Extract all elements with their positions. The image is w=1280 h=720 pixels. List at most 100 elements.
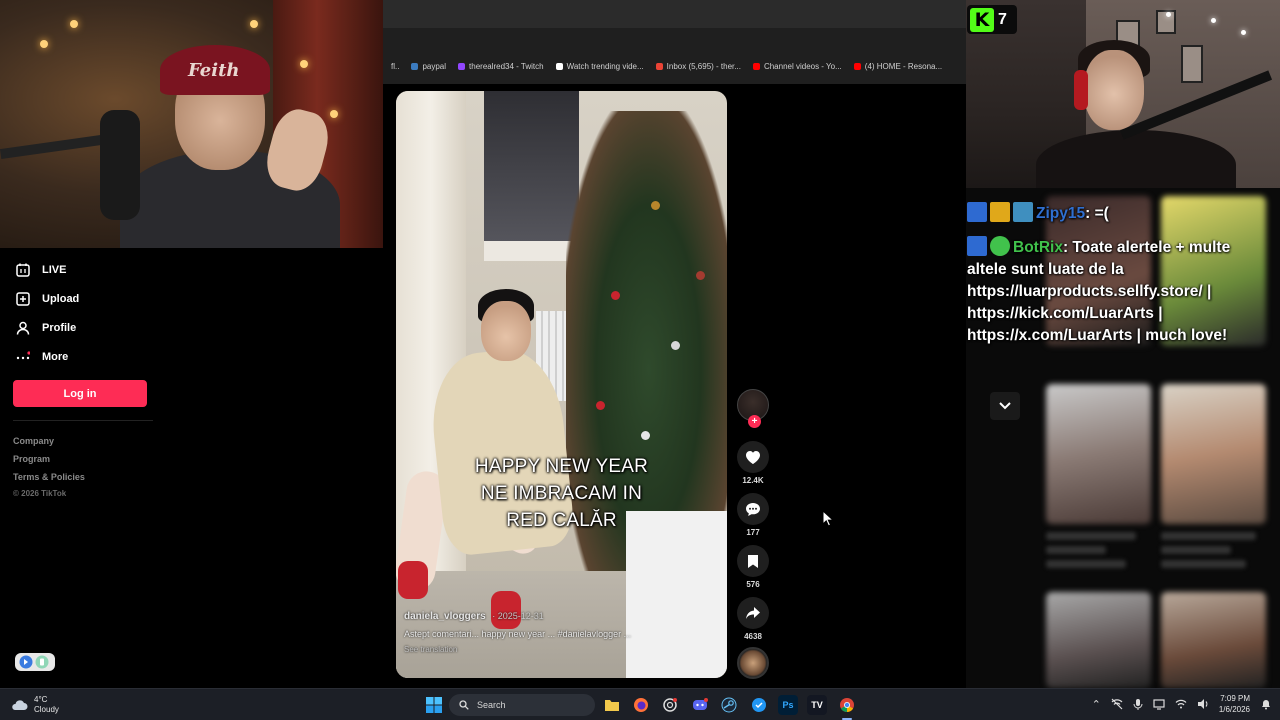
video-caption-overlay: HAPPY NEW YEAR NE IMBRACAM IN RED CALĂR bbox=[474, 456, 649, 531]
display-icon[interactable] bbox=[1153, 698, 1165, 710]
video-player[interactable]: HAPPY NEW YEAR NE IMBRACAM IN RED CALĂR … bbox=[396, 91, 727, 678]
share-button[interactable]: 4638 bbox=[737, 597, 769, 641]
footer-link-program[interactable]: Program bbox=[13, 454, 50, 464]
chrome-icon bbox=[840, 698, 854, 713]
bookmark-youtube-channel[interactable]: Channel videos - Yo... bbox=[752, 62, 842, 71]
footer-link-terms[interactable]: Terms & Policies bbox=[13, 472, 85, 482]
bookmark-gmail[interactable]: Inbox (5,695) - ther... bbox=[655, 62, 741, 71]
profile-icon bbox=[15, 320, 30, 335]
upload-icon bbox=[15, 291, 30, 306]
clock-time: 7:09 PM bbox=[1220, 694, 1250, 703]
chevron-down-icon bbox=[999, 402, 1011, 410]
app-blue-button[interactable] bbox=[749, 695, 769, 715]
openai-icon bbox=[663, 698, 677, 712]
weather-temp: 4°C bbox=[34, 695, 48, 704]
taskbar-clock[interactable]: 7:09 PM 1/6/2026 bbox=[1219, 693, 1250, 715]
video-author[interactable]: daniela_vloggers bbox=[404, 611, 486, 622]
bookmark-paypal[interactable]: paypal bbox=[411, 62, 446, 71]
log-in-button[interactable]: Log in bbox=[13, 380, 147, 407]
moderator-badge-icon bbox=[967, 202, 987, 222]
crown-badge-icon bbox=[990, 202, 1010, 222]
sidebar-item-more[interactable]: More bbox=[15, 349, 68, 364]
bookmarks-bar: fl.. paypal therealred34 - Twitch Watch … bbox=[383, 58, 966, 74]
follow-plus-icon[interactable]: + bbox=[748, 415, 761, 428]
tradingview-button[interactable]: TV bbox=[807, 695, 827, 715]
sidebar-item-profile[interactable]: Profile bbox=[15, 320, 76, 335]
chevron-up-icon[interactable]: ⌃ bbox=[1092, 698, 1101, 711]
bookmark-youtube-home[interactable]: (4) HOME - Resona... bbox=[853, 62, 942, 71]
network-muted-icon[interactable] bbox=[1111, 698, 1123, 710]
cloud-icon bbox=[12, 700, 28, 710]
kick-logo-icon: K bbox=[970, 7, 994, 32]
microphone-icon[interactable] bbox=[1133, 698, 1143, 710]
sidebar-item-upload[interactable]: Upload bbox=[15, 291, 79, 306]
volume-icon[interactable] bbox=[1197, 698, 1209, 710]
bookmark-icon bbox=[737, 545, 769, 577]
wifi-icon[interactable] bbox=[1175, 698, 1187, 710]
app-blue-icon bbox=[752, 698, 766, 712]
windows-logo-icon bbox=[426, 697, 442, 713]
chatgpt-button[interactable] bbox=[660, 695, 680, 715]
bookmark-tiktok[interactable]: Watch trending vide... bbox=[555, 62, 644, 71]
bookmark-overflow[interactable]: fl.. bbox=[391, 62, 399, 71]
discord-icon bbox=[693, 698, 708, 710]
comment-button[interactable]: 177 bbox=[737, 493, 769, 537]
sidebar-item-label: Upload bbox=[42, 292, 80, 305]
tiktok-icon bbox=[555, 62, 563, 70]
steam-icon bbox=[721, 697, 737, 713]
music-disc-icon[interactable] bbox=[737, 647, 769, 679]
steam-button[interactable] bbox=[719, 695, 739, 715]
sidebar-item-live[interactable]: LIVE bbox=[15, 262, 66, 277]
discord-button[interactable] bbox=[690, 695, 710, 715]
taskbar-search[interactable]: Search bbox=[449, 694, 595, 716]
gmail-icon bbox=[655, 62, 663, 70]
notification-icon[interactable] bbox=[1260, 698, 1272, 710]
sidebar-item-label: More bbox=[42, 350, 69, 363]
scroll-down-button[interactable] bbox=[990, 392, 1020, 420]
search-placeholder: Search bbox=[477, 700, 506, 710]
video-meta: daniela_vloggers · 2025-12-31 Astept com… bbox=[404, 611, 714, 654]
comment-icon bbox=[737, 493, 769, 525]
copyright-text: © 2026 TikTok bbox=[13, 489, 67, 498]
windows-taskbar: 4°C Cloudy Search Ps TV ⌃ 7:09 PM 1/6/20… bbox=[0, 688, 1280, 720]
chat-username: Zipy15 bbox=[1036, 205, 1086, 222]
webcam-overlay-left: Feith bbox=[0, 0, 383, 248]
bookmark-twitch[interactable]: therealred34 - Twitch bbox=[458, 62, 544, 71]
browser-chrome: fl.. paypal therealred34 - Twitch Watch … bbox=[383, 0, 966, 84]
share-count: 4638 bbox=[744, 632, 762, 641]
creator-avatar[interactable]: + bbox=[737, 389, 769, 428]
kick-viewer-badge: K 7 bbox=[967, 5, 1017, 34]
chat-username: BotRix bbox=[1013, 239, 1063, 256]
get-app-pill[interactable] bbox=[15, 653, 55, 671]
viewer-count: 7 bbox=[998, 10, 1007, 28]
more-icon bbox=[15, 349, 30, 364]
file-explorer-button[interactable] bbox=[602, 695, 622, 715]
heart-icon bbox=[737, 441, 769, 473]
photoshop-button[interactable]: Ps bbox=[778, 695, 798, 715]
save-button[interactable]: 576 bbox=[737, 545, 769, 589]
system-tray: ⌃ 7:09 PM 1/6/2026 bbox=[1092, 693, 1272, 715]
firefox-button[interactable] bbox=[631, 695, 651, 715]
see-translation-link[interactable]: See translation bbox=[404, 645, 714, 654]
comment-count: 177 bbox=[746, 528, 760, 537]
video-action-rail: + 12.4K 177 576 4638 bbox=[737, 389, 769, 679]
footer-link-company[interactable]: Company bbox=[13, 436, 54, 446]
weather-desc: Cloudy bbox=[34, 705, 59, 714]
search-icon bbox=[459, 700, 469, 710]
sidebar-divider bbox=[13, 420, 153, 421]
verified-badge-icon bbox=[990, 236, 1010, 256]
like-button[interactable]: 12.4K bbox=[737, 441, 769, 485]
live-icon bbox=[15, 262, 30, 277]
start-button[interactable] bbox=[424, 695, 444, 715]
mouse-cursor-icon bbox=[822, 510, 834, 527]
chrome-button[interactable] bbox=[837, 695, 857, 715]
headset bbox=[1074, 70, 1088, 110]
twitch-icon bbox=[458, 62, 466, 70]
folder-icon bbox=[605, 700, 619, 711]
clock-date: 1/6/2026 bbox=[1218, 705, 1250, 714]
like-count: 12.4K bbox=[742, 476, 764, 485]
video-description[interactable]: Astept comentari... happy new year ... #… bbox=[404, 629, 714, 639]
chat-text: Toate alertele + multe altele sunt luate… bbox=[967, 239, 1231, 344]
weather-widget[interactable]: 4°C Cloudy bbox=[10, 695, 59, 715]
person-face bbox=[481, 301, 531, 361]
